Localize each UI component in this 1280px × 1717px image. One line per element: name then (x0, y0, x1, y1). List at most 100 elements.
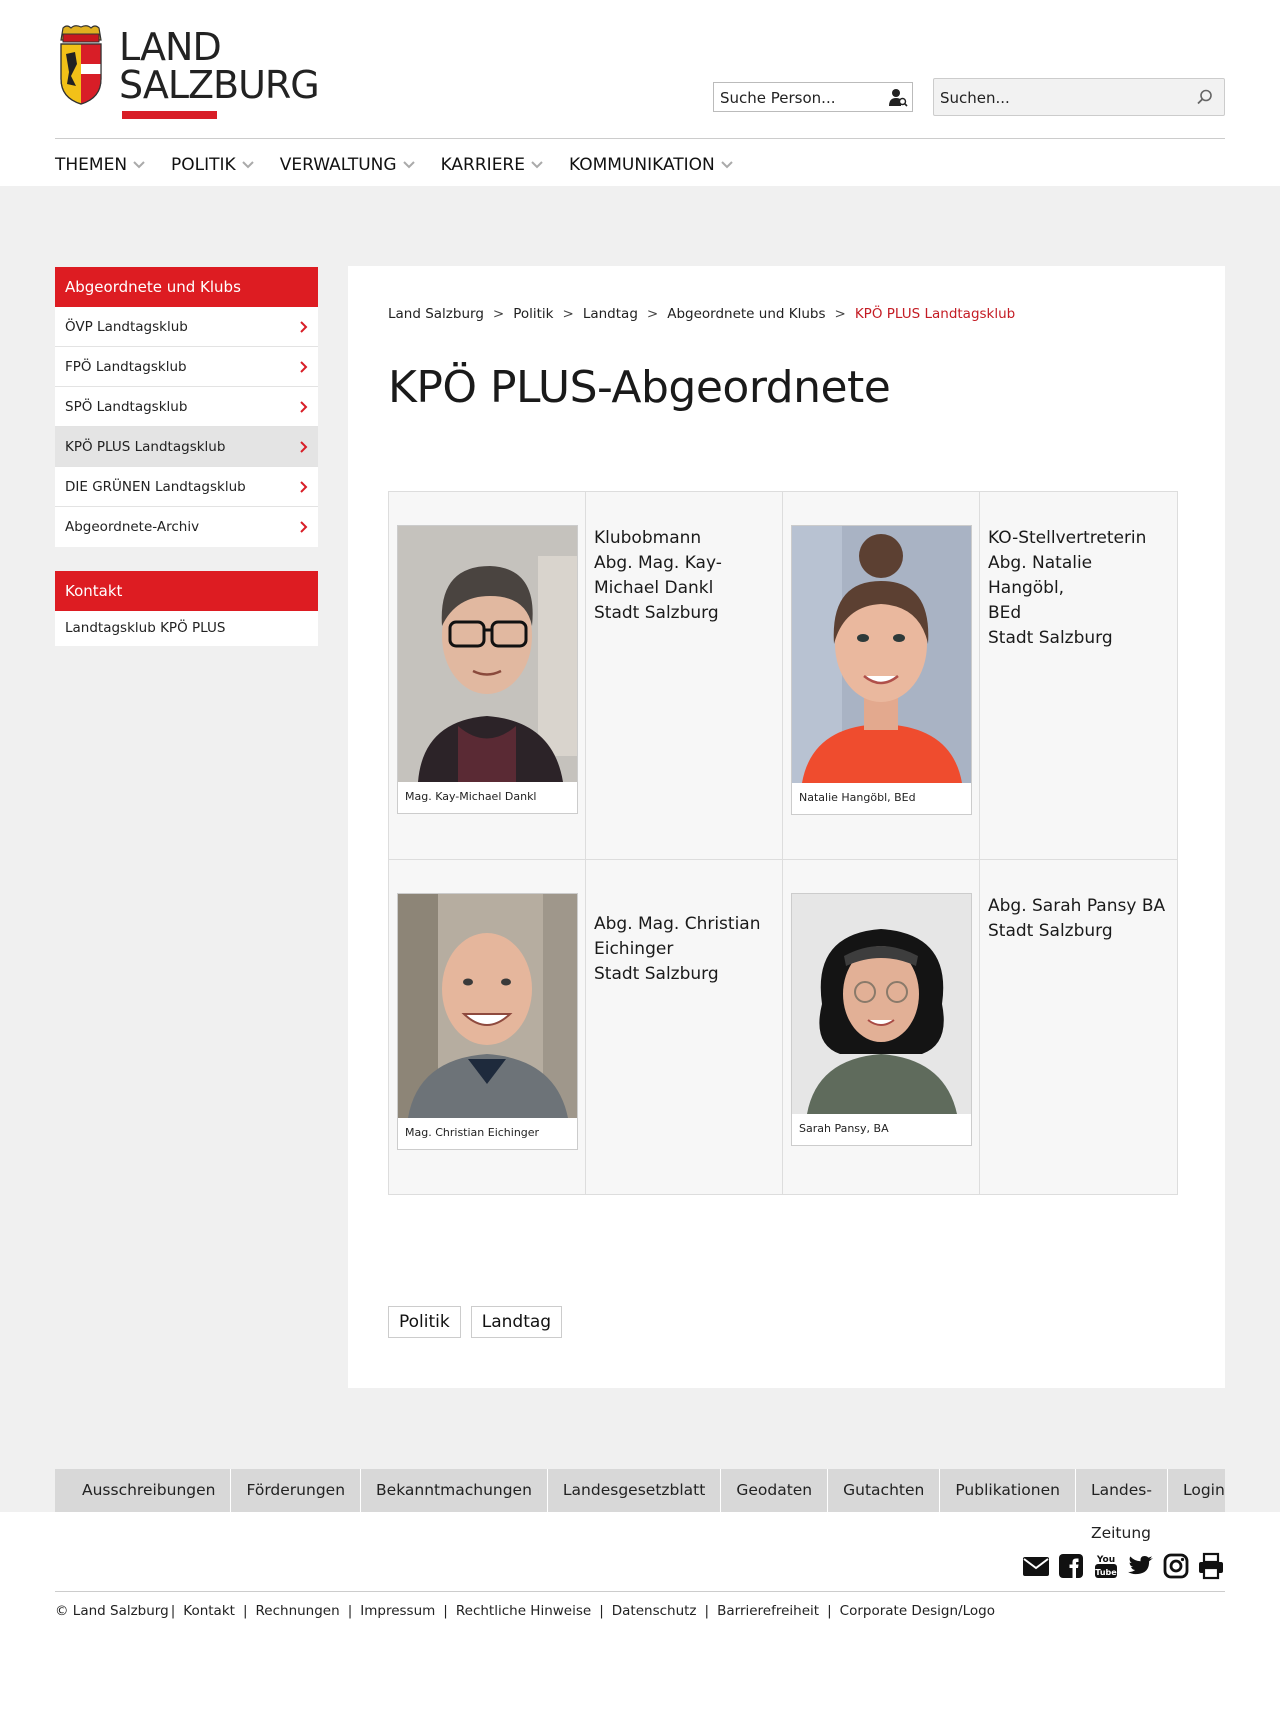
nav-kommunikation[interactable]: KOMMUNIKATION (569, 150, 733, 180)
member-info: KO-Stellvertreterin Abg. Natalie Hangöbl… (988, 526, 1168, 651)
print-icon[interactable] (1197, 1552, 1225, 1580)
sidebar-item-label: ÖVP Landtagsklub (65, 318, 188, 335)
footer-links: © Land Salzburg | Kontakt | Rechnungen |… (55, 1603, 995, 1619)
nav-verwaltung[interactable]: VERWALTUNG (280, 150, 415, 180)
footer-link-barrierefreiheit[interactable]: Barrierefreiheit (717, 1603, 819, 1619)
photo-caption: Sarah Pansy, BA (799, 1122, 889, 1135)
footer-link-corporate-design[interactable]: Corporate Design/Logo (840, 1603, 995, 1619)
page-title: KPÖ PLUS-Abgeordnete (388, 362, 891, 413)
sidebar-item-oevp[interactable]: ÖVP Landtagsklub (55, 307, 318, 347)
nav-label: THEMEN (55, 155, 128, 175)
member-info-line: Eichinger (594, 939, 674, 959)
member-info-line: Abg. Sarah Pansy BA (988, 896, 1166, 916)
chevron-right-icon (300, 401, 308, 413)
footer-nav-landes-zeitung[interactable]: Landes-Zeitung (1076, 1469, 1168, 1542)
breadcrumb: Land Salzburg > Politik > Landtag > Abge… (388, 306, 1015, 322)
info-cell: Abg. Mag. Christian Eichinger Stadt Salz… (586, 860, 783, 1194)
svg-text:You: You (1096, 1555, 1115, 1565)
site-search-input[interactable] (940, 87, 1180, 109)
sidebar-item-archiv[interactable]: Abgeordnete-Archiv (55, 507, 318, 547)
member-info-line: Abg. Mag. Christian (594, 914, 761, 934)
person-search-box (713, 82, 913, 112)
footer-nav-geodaten[interactable]: Geodaten (721, 1469, 829, 1512)
search-icon[interactable] (1196, 88, 1214, 106)
sidebar-item-gruene[interactable]: DIE GRÜNEN Landtagsklub (55, 467, 318, 507)
nav-politik[interactable]: POLITIK (171, 150, 254, 180)
social-icons: You Tube (1015, 1552, 1225, 1580)
footer-nav-foerderungen[interactable]: Förderungen (231, 1469, 362, 1512)
photo-caption: Natalie Hangöbl, BEd (799, 791, 916, 804)
breadcrumb-item[interactable]: Politik (513, 306, 553, 322)
breadcrumb-item[interactable]: Land Salzburg (388, 306, 484, 322)
footer-separator: | (827, 1603, 832, 1619)
chevron-right-icon (300, 321, 308, 333)
twitter-icon[interactable] (1127, 1552, 1155, 1580)
breadcrumb-item[interactable]: Landtag (583, 306, 638, 322)
sidebar-item-label: SPÖ Landtagsklub (65, 398, 188, 415)
member-info-line: KO-Stellvertreterin (988, 528, 1147, 548)
person-search-input[interactable] (720, 87, 880, 109)
member-photo[interactable] (398, 894, 577, 1118)
footer-link-rechtliche-hinweise[interactable]: Rechtliche Hinweise (456, 1603, 591, 1619)
site-search-box (933, 78, 1225, 116)
sidebar-item-spoe[interactable]: SPÖ Landtagsklub (55, 387, 318, 427)
breadcrumb-separator: > (562, 306, 574, 322)
breadcrumb-separator: > (646, 306, 659, 322)
youtube-icon[interactable]: You Tube (1092, 1552, 1120, 1580)
header-divider (55, 138, 1225, 139)
footer-nav-login[interactable]: Login (1168, 1469, 1240, 1512)
logo-underline (122, 111, 217, 119)
members-table: Mag. Kay-Michael Dankl Klubobmann Abg. M… (388, 491, 1178, 1195)
coat-of-arms-icon (60, 25, 102, 105)
mail-icon[interactable] (1022, 1552, 1050, 1580)
tag-landtag[interactable]: Landtag (470, 1306, 563, 1338)
footer-nav-ausschreibungen[interactable]: Ausschreibungen (55, 1469, 232, 1512)
footer-separator: | (443, 1603, 448, 1619)
footer-separator: | (599, 1603, 604, 1619)
member-figure: Sarah Pansy, BA (791, 893, 972, 1146)
footer-link-impressum[interactable]: Impressum (360, 1603, 435, 1619)
contact-link[interactable]: Landtagsklub KPÖ PLUS (55, 611, 318, 646)
footer-separator: | (242, 1603, 248, 1619)
chevron-right-icon (300, 441, 308, 453)
footer-nav-landesgesetzblatt[interactable]: Landesgesetzblatt (548, 1469, 722, 1512)
person-search-icon[interactable] (888, 87, 908, 107)
member-info-line: Klubobmann (594, 528, 702, 548)
footer-link-rechnungen[interactable]: Rechnungen (256, 1603, 340, 1619)
member-info-line: Stadt Salzburg (594, 964, 719, 984)
footer-nav-bekanntmachungen[interactable]: Bekanntmachungen (361, 1469, 548, 1512)
photo-cell: Natalie Hangöbl, BEd (783, 492, 980, 860)
site-header: LAND SALZBURG THEMEN POLITIK VERWALTU (0, 0, 1280, 186)
nav-karriere[interactable]: KARRIERE (441, 150, 543, 180)
chevron-down-icon (242, 161, 254, 169)
chevron-right-icon (300, 361, 308, 373)
member-photo[interactable] (398, 526, 577, 782)
breadcrumb-item[interactable]: Abgeordnete und Klubs (667, 306, 825, 322)
sidebar-item-fpoe[interactable]: FPÖ Landtagsklub (55, 347, 318, 387)
nav-label: VERWALTUNG (279, 155, 397, 175)
footer-link-datenschutz[interactable]: Datenschutz (612, 1603, 697, 1619)
land-salzburg-logo[interactable]: LAND SALZBURG (55, 22, 335, 122)
tag-politik[interactable]: Politik (388, 1306, 461, 1338)
nav-themen[interactable]: THEMEN (55, 150, 145, 180)
sidebar-item-label: DIE GRÜNEN Landtagsklub (65, 478, 246, 495)
instagram-icon[interactable] (1162, 1552, 1190, 1580)
photo-caption: Mag. Christian Eichinger (405, 1126, 540, 1139)
sidebar-item-kpoe-plus[interactable]: KPÖ PLUS Landtagsklub (55, 427, 318, 467)
chevron-down-icon (531, 161, 543, 169)
footer-nav-gutachten[interactable]: Gutachten (828, 1469, 941, 1512)
chevron-down-icon (402, 161, 415, 169)
member-photo[interactable] (792, 894, 971, 1114)
main-navigation: THEMEN POLITIK VERWALTUNG KARRIERE KOMMU… (55, 150, 759, 180)
sidebar-heading: Abgeordnete und Klubs (55, 267, 318, 307)
member-info: Abg. Sarah Pansy BA Stadt Salzburg (988, 894, 1168, 944)
nav-label: KOMMUNIKATION (569, 155, 715, 175)
member-info-line: Stadt Salzburg (988, 921, 1113, 941)
footer-link-kontakt[interactable]: Kontakt (183, 1603, 235, 1619)
info-cell: Klubobmann Abg. Mag. Kay- Michael Dankl … (586, 492, 783, 860)
facebook-icon[interactable] (1057, 1552, 1085, 1580)
sidebar-item-label: FPÖ Landtagsklub (65, 358, 187, 375)
member-info-line: BEd (988, 603, 1022, 623)
footer-nav-publikationen[interactable]: Publikationen (940, 1469, 1076, 1512)
member-photo[interactable] (792, 526, 971, 783)
